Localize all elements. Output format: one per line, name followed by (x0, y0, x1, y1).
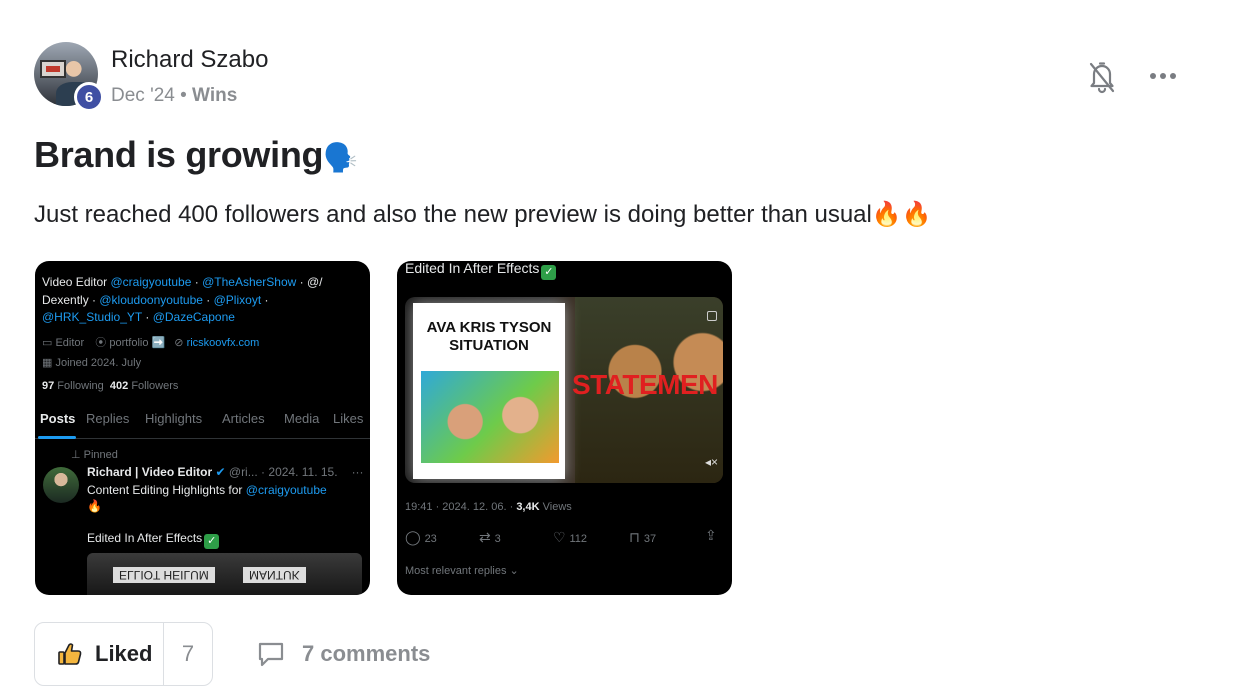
like-control: Liked 7 (34, 622, 213, 686)
notification-bell-icon[interactable] (1088, 60, 1116, 94)
post-meta: Dec '24 • Wins (111, 85, 237, 107)
relevant-replies: Most relevant replies ⌄ (405, 565, 519, 577)
bio-line-2: Dexently · @kloudoonyoutube · @Plixoyt · (42, 293, 269, 307)
pin-icon: ⊥ (71, 449, 84, 461)
meta-separator: • (174, 85, 193, 106)
comments-label: 7 comments (302, 641, 431, 666)
post-title-text: Brand is growing (34, 134, 324, 175)
bio-line-1: Video Editor @craigyoutube · @TheAsherSh… (42, 275, 323, 289)
post-date: Dec '24 (111, 85, 175, 106)
like-stat: ♡ 112 (553, 529, 587, 545)
preview-text-2: MANTUK (243, 567, 306, 583)
tab-highlights: Highlights (145, 411, 203, 426)
tweet-header: Richard | Video Editor ✔ @ri... · 2024. … (87, 465, 364, 479)
tab-likes: Likes (333, 411, 364, 426)
calendar-icon: ▦ (42, 357, 56, 369)
thumbnail-photo (421, 371, 559, 463)
preview-text-1: ELLIOT HEILUM (113, 567, 215, 583)
repost-stat: ⇄ 3 (479, 529, 501, 545)
tab-media: Media (284, 411, 320, 426)
level-badge: 6 (74, 82, 104, 112)
thumbnail-card: AVA KRIS TYSON SITUATION (413, 303, 565, 479)
tweet-edited-line: Edited In After Effects ✓ (87, 531, 220, 549)
fire-emoji: 🔥 (87, 499, 102, 513)
thumbnail-title: AVA KRIS TYSON SITUATION (426, 319, 552, 354)
chevron-down-icon: ⌄ (506, 565, 519, 577)
pinned-label: ⊥ Pinned (71, 449, 118, 461)
post-body: Just reached 400 followers and also the … (34, 201, 932, 228)
gif-icon (707, 311, 717, 321)
link-icon: ⊘ (174, 337, 187, 349)
comment-icon (258, 642, 284, 667)
bookmark-stat: ⊓ 37 (629, 529, 657, 545)
post-timestamp: 19:41 · 2024. 12. 06. · 3,4K Views (405, 501, 572, 513)
profile-info-row: ▭ Editor ⦿ portfolio ➡️ ⊘ ricskoovfx.com (42, 337, 260, 349)
liked-label: Liked (95, 641, 153, 666)
tab-replies: Replies (86, 411, 130, 426)
like-count[interactable]: 7 (164, 623, 212, 685)
location-icon: ⦿ (95, 337, 110, 349)
follow-stats: 97 Following 402 Followers (42, 380, 179, 392)
post-top-text: Edited In After Effects ✓ (405, 261, 557, 280)
mute-icon: ◂× (705, 455, 719, 469)
post-title: Brand is growing🗣️ (34, 134, 358, 176)
profile-tabs: Posts Replies Highlights Articles Media … (35, 407, 370, 439)
liked-button[interactable]: Liked (35, 623, 164, 685)
tab-articles: Articles (222, 411, 265, 426)
thumbs-up-icon (58, 643, 82, 665)
reply-stat: ◯ 23 (405, 529, 437, 545)
heart-icon: ♡ (553, 529, 570, 545)
statement-text: STATEMEN (572, 369, 718, 400)
joined-date: ▦ Joined 2024. July (42, 357, 142, 369)
check-mark-icon: ✓ (541, 265, 557, 280)
check-mark-icon: ✓ (204, 534, 220, 549)
video-preview: AVA KRIS TYSON SITUATION STATEMEN ◂× (405, 297, 723, 483)
tab-posts: Posts (40, 411, 76, 426)
avatar-photo-monitor (40, 60, 66, 78)
share-icon: ⇪ (705, 527, 717, 543)
briefcase-icon: ▭ (42, 337, 56, 349)
post-category[interactable]: Wins (192, 85, 237, 106)
comments-button[interactable]: 7 comments (256, 636, 430, 672)
tweet-avatar (43, 467, 79, 503)
author-name[interactable]: Richard Szabo (111, 46, 268, 74)
attachment-image-post[interactable]: Edited In After Effects ✓ AVA KRIS TYSON … (397, 261, 732, 595)
more-options-icon[interactable] (1150, 66, 1182, 86)
speaking-head-emoji: 🗣️ (323, 142, 358, 173)
bookmark-icon: ⊓ (629, 529, 644, 545)
verified-icon: ✔ (212, 465, 226, 479)
reply-icon: ◯ (405, 529, 425, 545)
active-tab-underline (38, 436, 76, 439)
repost-icon: ⇄ (479, 529, 495, 545)
bio-line-3: @HRK_Studio_YT · @DazeCapone (42, 310, 235, 324)
tweet-media-preview: ELLIOT HEILUM MANTUK (87, 553, 362, 595)
attachment-image-profile[interactable]: Video Editor @craigyoutube · @TheAsherSh… (35, 261, 370, 595)
tweet-text: Content Editing Highlights for @craigyou… (87, 483, 327, 497)
